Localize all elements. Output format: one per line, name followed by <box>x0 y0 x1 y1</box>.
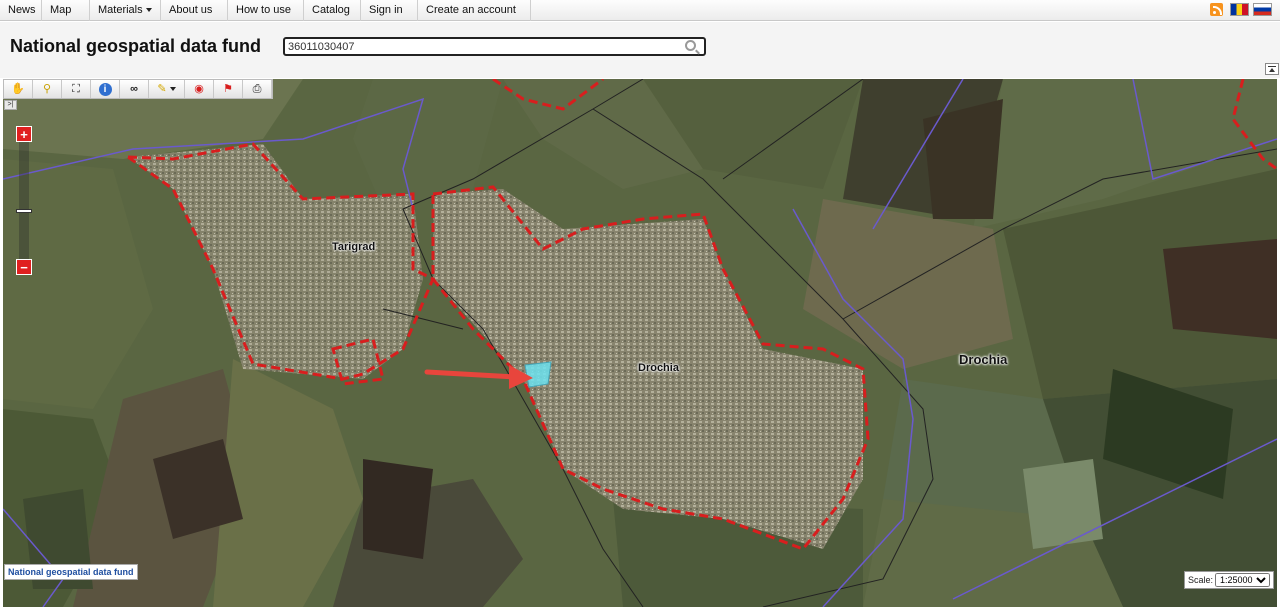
info-tool[interactable]: i <box>91 80 120 98</box>
nav-materials[interactable]: Materials <box>90 0 161 21</box>
nav-sign-in[interactable]: Sign in <box>361 0 418 21</box>
nav-how-to-use-label: How to use <box>236 4 292 16</box>
search-input[interactable] <box>288 40 678 54</box>
nav-catalog[interactable]: Catalog <box>304 0 361 21</box>
full-extent-tool[interactable]: ⛶ <box>62 80 91 98</box>
nav-news[interactable]: News <box>0 0 42 21</box>
map-label-drochia-district: Drochia <box>959 352 1008 367</box>
scale-label: Scale: <box>1187 575 1213 585</box>
nav-news-label: News <box>8 4 36 16</box>
language-switcher <box>1210 3 1276 17</box>
chevron-down-icon <box>169 87 176 91</box>
expand-panel-button[interactable]: >| <box>4 100 17 110</box>
pan-icon: ✋ <box>11 82 25 95</box>
flag-icon: ⚑ <box>223 82 233 95</box>
satellite-map[interactable] <box>3 79 1277 607</box>
print-icon: ⎙ <box>252 82 262 95</box>
print-tool[interactable]: ⎙ <box>243 80 272 98</box>
nav-map-label: Map <box>50 4 72 16</box>
measure-icon: ✎ <box>157 82 167 95</box>
page-title: National geospatial data fund <box>10 36 262 56</box>
measure-tool[interactable]: ✎ <box>149 80 185 98</box>
nav-about-us-label: About us <box>169 4 213 16</box>
highlighted-parcel[interactable] <box>524 361 552 388</box>
pan-tool[interactable]: ✋ <box>4 80 33 98</box>
page-header: National geospatial data fund <box>0 22 1280 78</box>
rss-icon[interactable] <box>1210 3 1223 16</box>
nav-sign-in-label: Sign in <box>369 4 403 16</box>
identify-search-tool[interactable]: ⚲ <box>33 80 62 98</box>
target-icon: ◉ <box>194 82 204 95</box>
attribution-link[interactable]: National geospatial data fund <box>4 564 138 580</box>
nav-catalog-label: Catalog <box>312 4 350 16</box>
flag-russian-icon[interactable] <box>1253 3 1272 16</box>
chevron-down-icon <box>145 8 152 13</box>
binoculars-icon: ∞ <box>130 82 138 95</box>
zoom-control: + − <box>16 126 32 276</box>
nav-how-to-use[interactable]: How to use <box>228 0 304 21</box>
binoculars-tool[interactable]: ∞ <box>120 80 149 98</box>
target-tool[interactable]: ◉ <box>185 80 214 98</box>
search-box <box>283 37 706 56</box>
map-view[interactable]: Tarigrad Drochia Drochia ✋ ⚲ ⛶ i ∞ ✎ ◉ ⚑… <box>3 79 1277 607</box>
zoom-slider-handle[interactable] <box>16 209 32 213</box>
nav-create-account-label: Create an account <box>426 4 516 16</box>
info-icon: i <box>98 82 112 96</box>
zoom-out-button[interactable]: − <box>16 259 32 275</box>
flag-tool[interactable]: ⚑ <box>214 80 243 98</box>
collapse-header-button[interactable] <box>1265 63 1279 75</box>
top-navigation: News Map Materials About us How to use C… <box>0 0 1280 21</box>
nav-map[interactable]: Map <box>42 0 90 21</box>
search-icon[interactable] <box>685 40 696 51</box>
map-label-drochia-town: Drochia <box>638 362 679 374</box>
nav-materials-label: Materials <box>98 4 143 16</box>
map-label-tarigrad: Tarigrad <box>332 241 376 253</box>
zoom-in-button[interactable]: + <box>16 126 32 142</box>
nav-about-us[interactable]: About us <box>161 0 228 21</box>
nav-create-account[interactable]: Create an account <box>418 0 531 21</box>
scale-control: Scale: 1:25000 <box>1183 571 1274 589</box>
identify-search-icon: ⚲ <box>42 82 52 95</box>
full-extent-icon: ⛶ <box>72 82 80 95</box>
map-toolbar: ✋ ⚲ ⛶ i ∞ ✎ ◉ ⚑ ⎙ <box>3 79 273 99</box>
flag-romanian-icon[interactable] <box>1230 3 1249 16</box>
scale-select[interactable]: 1:25000 <box>1215 573 1270 587</box>
zoom-slider-track[interactable] <box>19 142 29 260</box>
